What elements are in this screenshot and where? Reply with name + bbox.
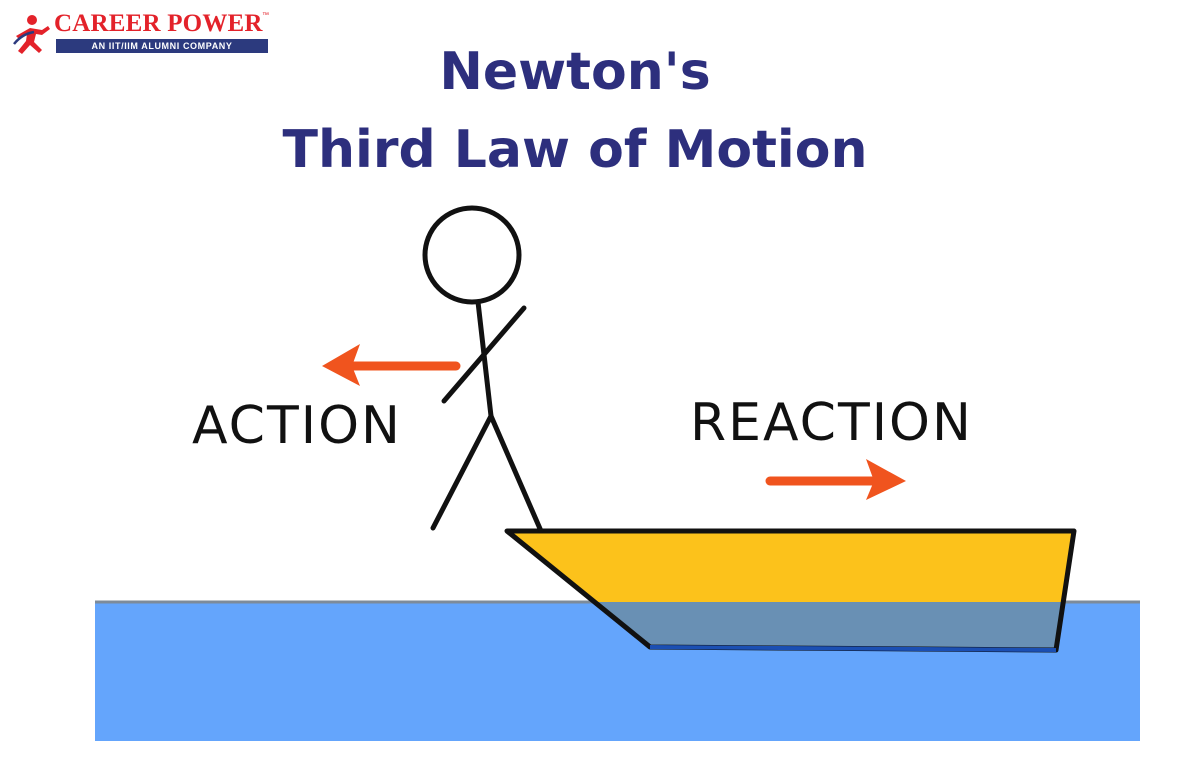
stick-figure-head xyxy=(422,205,522,305)
stick-figure-left-leg xyxy=(430,413,494,531)
reaction-arrow xyxy=(765,459,906,500)
stick-figure-right-leg xyxy=(488,413,544,534)
third-law-diagram: ACTION REACTION xyxy=(95,205,1140,741)
boat-hull xyxy=(507,531,1074,602)
stick-figure-arm xyxy=(441,305,527,404)
reaction-label: REACTION xyxy=(690,393,973,453)
action-label: ACTION xyxy=(192,396,402,456)
action-arrow xyxy=(322,344,461,386)
boat-hull-submerged xyxy=(596,602,1064,650)
